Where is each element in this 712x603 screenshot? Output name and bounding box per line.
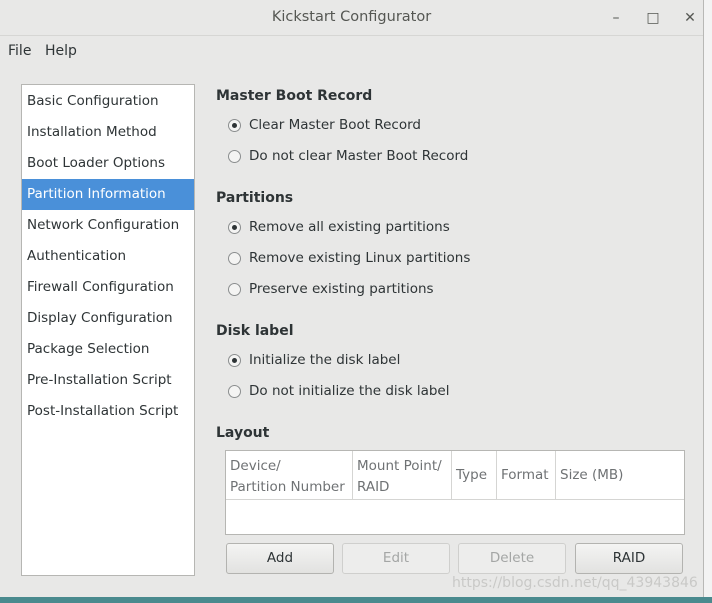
table-header: Device/ Partition Number Mount Point/ RA… (226, 451, 684, 500)
radio-unselected-icon[interactable] (228, 384, 241, 398)
sidebar-item-installation-method[interactable]: Installation Method (22, 117, 194, 148)
column-header-mount-line2: RAID (357, 479, 390, 495)
kickstart-window: Kickstart Configurator – □ ✕ File Help B… (0, 0, 704, 597)
sidebar-item-firewall-configuration[interactable]: Firewall Configuration (22, 272, 194, 303)
disklabel-initialize-radio[interactable]: Initialize the disk label (228, 350, 400, 370)
mbr-section-title: Master Boot Record (216, 88, 373, 104)
edit-button[interactable]: Edit (342, 543, 450, 574)
radio-label: Do not initialize the disk label (249, 383, 450, 399)
column-header-mount-line1: Mount Point/ (357, 458, 442, 474)
radio-unselected-icon[interactable] (228, 282, 241, 296)
partitions-remove-linux-radio[interactable]: Remove existing Linux partitions (228, 248, 470, 268)
disklabel-section-title: Disk label (216, 323, 294, 339)
maximize-icon[interactable]: □ (643, 8, 663, 28)
window-title: Kickstart Configurator (271, 9, 432, 25)
sidebar-item-network-configuration[interactable]: Network Configuration (22, 210, 194, 241)
layout-section-title: Layout (216, 425, 270, 441)
mbr-do-not-clear-radio[interactable]: Do not clear Master Boot Record (228, 146, 468, 166)
radio-label: Remove all existing partitions (249, 219, 450, 235)
radio-unselected-icon[interactable] (228, 251, 241, 265)
window-edge (704, 0, 712, 597)
radio-label: Preserve existing partitions (249, 281, 434, 297)
raid-button[interactable]: RAID (575, 543, 683, 574)
watermark-text: https://blog.csdn.net/qq_43943846 (452, 575, 698, 591)
column-header-device-line1: Device/ (230, 458, 281, 474)
category-sidebar: Basic Configuration Installation Method … (21, 84, 195, 576)
desktop-background (0, 597, 712, 603)
radio-selected-icon[interactable] (228, 353, 241, 367)
radio-selected-icon[interactable] (228, 118, 241, 132)
partitions-remove-all-radio[interactable]: Remove all existing partitions (228, 217, 450, 237)
sidebar-item-package-selection[interactable]: Package Selection (22, 334, 194, 365)
sidebar-item-pre-installation-script[interactable]: Pre-Installation Script (22, 365, 194, 396)
radio-label: Initialize the disk label (249, 352, 401, 368)
sidebar-item-boot-loader-options[interactable]: Boot Loader Options (22, 148, 194, 179)
sidebar-item-basic-configuration[interactable]: Basic Configuration (22, 86, 194, 117)
partitions-section-title: Partitions (216, 190, 294, 206)
minimize-icon[interactable]: – (606, 8, 626, 28)
delete-button[interactable]: Delete (458, 543, 566, 574)
sidebar-item-partition-information[interactable]: Partition Information (22, 179, 194, 210)
add-button[interactable]: Add (226, 543, 334, 574)
column-header-size[interactable]: Size (MB) (556, 451, 684, 499)
disklabel-do-not-initialize-radio[interactable]: Do not initialize the disk label (228, 381, 449, 401)
column-header-mount-point[interactable]: Mount Point/ RAID (353, 451, 452, 499)
menu-file[interactable]: File (8, 43, 31, 59)
sidebar-item-display-configuration[interactable]: Display Configuration (22, 303, 194, 334)
radio-label: Do not clear Master Boot Record (249, 148, 469, 164)
radio-label: Remove existing Linux partitions (249, 250, 471, 266)
sidebar-item-post-installation-script[interactable]: Post-Installation Script (22, 396, 194, 427)
mbr-clear-radio[interactable]: Clear Master Boot Record (228, 115, 421, 135)
radio-label: Clear Master Boot Record (249, 117, 421, 133)
column-header-device-line2: Partition Number (230, 479, 345, 495)
column-header-type[interactable]: Type (452, 451, 497, 499)
radio-selected-icon[interactable] (228, 220, 241, 234)
menu-bar: File Help (0, 37, 703, 65)
partition-layout-table[interactable]: Device/ Partition Number Mount Point/ RA… (225, 450, 685, 535)
partitions-preserve-radio[interactable]: Preserve existing partitions (228, 279, 434, 299)
sidebar-item-authentication[interactable]: Authentication (22, 241, 194, 272)
close-icon[interactable]: ✕ (680, 8, 700, 28)
title-bar[interactable]: Kickstart Configurator – □ ✕ (0, 0, 703, 36)
column-header-format[interactable]: Format (497, 451, 556, 499)
menu-help[interactable]: Help (45, 43, 77, 59)
column-header-device[interactable]: Device/ Partition Number (226, 451, 353, 499)
radio-unselected-icon[interactable] (228, 149, 241, 163)
